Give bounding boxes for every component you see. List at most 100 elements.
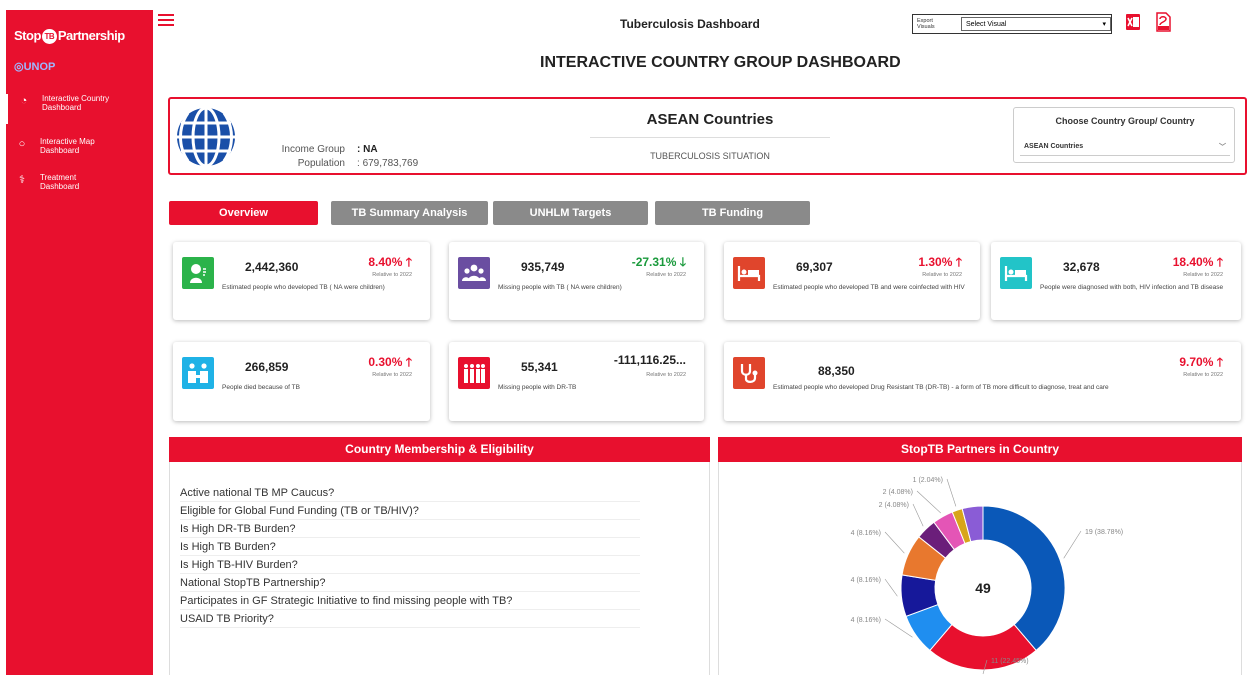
person-cough-icon <box>182 257 214 289</box>
chevron-down-icon: ▾ <box>1102 21 1106 28</box>
stat-card: 2,442,360 8.40% 🡑 Relative to 2022 Estimate… <box>173 242 430 320</box>
membership-row: National StopTB Partnership? <box>180 574 640 592</box>
country-group-name: ASEAN Countries <box>646 111 774 128</box>
membership-row: Active national TB MP Caucus? <box>180 484 640 502</box>
country-group-select[interactable]: ASEAN Countries ﹀ <box>1020 138 1230 156</box>
stat-card: 88,350 9.70% 🡑 Relative to 2022 Estimated p… <box>724 342 1241 421</box>
tab-tb-summary-analysis[interactable]: TB Summary Analysis <box>331 201 488 225</box>
trend-arrow-icon: 🡑 <box>1216 355 1223 369</box>
donut-total: 49 <box>975 580 991 596</box>
stat-relative-label: Relative to 2022 <box>372 372 412 378</box>
stat-description: Estimated people who developed Drug Resi… <box>773 384 1109 391</box>
stat-description: Estimated people who developed TB and we… <box>773 284 965 291</box>
sidebar-item-interactive-map-dashboard[interactable]: ○ Interactive Map Dashboard <box>6 137 153 167</box>
chevron-down-icon: ﹀ <box>1219 143 1226 151</box>
population-label: Population <box>297 158 345 169</box>
stat-value: 266,859 <box>245 360 289 374</box>
membership-row: Participates in GF Strategic Initiative … <box>180 592 640 610</box>
stat-change: 1.30% 🡑 <box>918 255 962 269</box>
donut-data-label: 11 (22.45%) <box>991 658 1029 665</box>
trend-arrow-icon: 🡑 <box>405 255 412 269</box>
logo-text-stop: Stop <box>14 28 41 43</box>
pdf-export-icon[interactable] <box>1155 12 1171 32</box>
stat-relative-label: Relative to 2022 <box>646 272 686 278</box>
stat-change: 8.40% 🡑 <box>368 255 412 269</box>
donut-leader-line <box>1063 530 1082 559</box>
export-visuals-label: Export Visuals <box>917 18 935 30</box>
sidebar-item-label: Treatment Dashboard <box>40 173 80 191</box>
separator: : <box>357 158 360 169</box>
membership-list: Active national TB MP Caucus? Eligible fo… <box>169 462 710 675</box>
excel-export-icon[interactable] <box>1125 12 1141 32</box>
donut-data-label: 2 (4.08%) <box>879 502 909 509</box>
export-select-value: Select Visual <box>966 20 1007 28</box>
donut-slice[interactable] <box>982 505 1066 652</box>
donut-data-label: 4 (8.16%) <box>851 617 881 624</box>
globe-icon <box>177 106 235 168</box>
tab-overview[interactable]: Overview <box>169 201 318 225</box>
dashboard-app: Stop TB Partnership ◎UNOP ◔ Interactive Co… <box>0 0 1249 675</box>
trend-arrow-icon: 🡑 <box>1216 255 1223 269</box>
country-selector-panel: Choose Country Group/ Country ASEAN Coun… <box>1013 107 1235 163</box>
stat-value: 935,749 <box>521 260 565 274</box>
country-selector-label: Choose Country Group/ Country <box>1055 116 1195 126</box>
stat-change: 0.30% 🡑 <box>368 355 412 369</box>
country-select-value: ASEAN Countries <box>1024 143 1084 150</box>
export-visual-select[interactable]: Select Visual ▾ <box>961 17 1111 31</box>
stethoscope-icon <box>733 357 765 389</box>
sidebar-item-label: Interactive Country Dashboard <box>42 94 110 112</box>
stat-description: People died because of TB <box>222 384 300 391</box>
population-value: 679,783,769 <box>362 158 419 169</box>
stat-card: 32,678 18.40% 🡑 Relative to 2022 People wer… <box>991 242 1241 320</box>
tab-tb-funding[interactable]: TB Funding <box>655 201 810 225</box>
membership-row: Is High TB-HIV Burden? <box>180 556 640 574</box>
partners-panel-header: StopTB Partners in Country <box>718 437 1242 462</box>
stat-card: 266,859 0.30% 🡑 Relative to 2022 People die… <box>173 342 430 421</box>
stat-description: Missing people with TB ( NA were childre… <box>498 284 622 291</box>
mourning-icon <box>182 357 214 389</box>
stat-relative-label: Relative to 2022 <box>922 272 962 278</box>
donut-data-label: 4 (8.16%) <box>851 530 881 537</box>
sidebar-item-label: Interactive Map Dashboard <box>40 137 95 155</box>
stat-card: 69,307 1.30% 🡑 Relative to 2022 Estimated p… <box>724 242 980 320</box>
sidebar: Stop TB Partnership ◎UNOP ◔ Interactive Co… <box>6 10 153 675</box>
membership-row: USAID TB Priority? <box>180 610 640 628</box>
stat-value: 32,678 <box>1063 260 1100 274</box>
divider <box>590 137 830 138</box>
stat-relative-label: Relative to 2022 <box>646 372 686 378</box>
donut-data-label: 19 (38.78%) <box>1085 529 1123 536</box>
stat-card: 55,341 -111,116.25... Relative to 2022 Mis… <box>449 342 704 421</box>
stat-value: 69,307 <box>796 260 833 274</box>
sidebar-item-treatment-dashboard[interactable]: ⚕ Treatment Dashboard <box>6 173 153 203</box>
stat-change: -111,116.25... <box>613 353 686 367</box>
stat-relative-label: Relative to 2022 <box>1183 272 1223 278</box>
partners-donut-chart: 19 (38.78%) 11 (22.45%) 4 (8.16%) 4 (8.16%)… <box>851 477 1123 675</box>
unop-logo: ◎UNOP <box>14 61 56 73</box>
membership-row: Is High TB Burden? <box>180 538 640 556</box>
trend-arrow-icon: 🡓 <box>679 255 686 269</box>
map-pin-icon: ○ <box>18 138 26 150</box>
stat-relative-label: Relative to 2022 <box>1183 372 1223 378</box>
trend-arrow-icon: 🡑 <box>405 355 412 369</box>
donut-data-label: 1 (2.04%) <box>913 477 943 484</box>
gauge-icon: ◔ <box>20 95 28 107</box>
stat-card: 935,749 -27.31% 🡓 Relative to 2022 Missing … <box>449 242 704 320</box>
income-group-value: NA <box>363 144 378 155</box>
tb-situation-subtitle: TUBERCULOSIS SITUATION <box>650 151 770 161</box>
donut-leader-line <box>884 578 898 597</box>
tab-unhlm-targets[interactable]: UNHLM Targets <box>493 201 648 225</box>
group-icon <box>458 257 490 289</box>
treatment-icon: ⚕ <box>19 174 25 186</box>
bed-icon <box>733 257 765 289</box>
stat-change: 9.70% 🡑 <box>1179 355 1223 369</box>
hamburger-menu-icon[interactable] <box>158 14 174 26</box>
stop-tb-logo[interactable]: Stop TB Partnership <box>14 28 125 45</box>
app-title: Tuberculosis Dashboard <box>620 17 760 31</box>
donut-data-label: 2 (4.08%) <box>883 489 913 496</box>
sidebar-item-interactive-country-dashboard[interactable]: ◔ Interactive Country Dashboard <box>6 94 153 124</box>
stat-change: 18.40% 🡑 <box>1172 255 1223 269</box>
stat-value: 2,442,360 <box>245 260 299 274</box>
donut-leader-line <box>916 490 942 514</box>
income-group-label: Income Group <box>281 144 345 155</box>
page-title: INTERACTIVE COUNTRY GROUP DASHBOARD <box>540 54 901 71</box>
